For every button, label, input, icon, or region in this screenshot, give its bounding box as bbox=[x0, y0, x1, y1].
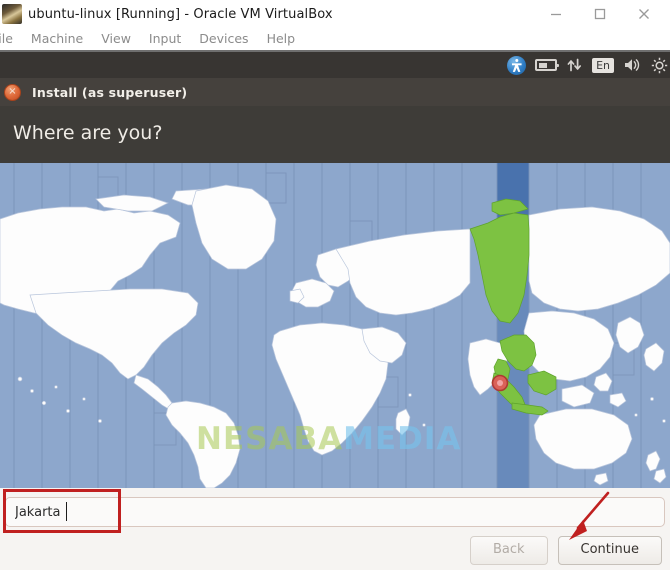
installer-footer: Back Continue bbox=[0, 488, 670, 570]
keyboard-layout-indicator[interactable]: En bbox=[592, 57, 614, 73]
timezone-map-svg bbox=[0, 163, 670, 488]
back-button[interactable]: Back bbox=[469, 536, 548, 565]
ubuntu-top-panel: En bbox=[0, 52, 670, 78]
system-menu-icon[interactable] bbox=[651, 57, 668, 74]
location-marker bbox=[491, 374, 509, 392]
timezone-map[interactable]: NESABAMEDIA bbox=[0, 163, 670, 488]
menu-item-file[interactable]: File bbox=[0, 28, 22, 50]
host-menubar: File Machine View Input Devices Help bbox=[0, 28, 670, 52]
screen-root: ubuntu-linux [Running] - Oracle VM Virtu… bbox=[0, 0, 670, 570]
keyboard-layout-label: En bbox=[592, 57, 614, 73]
volume-icon[interactable] bbox=[623, 57, 642, 73]
host-window-titlebar: ubuntu-linux [Running] - Oracle VM Virtu… bbox=[0, 0, 670, 28]
text-caret bbox=[66, 502, 67, 521]
virtualbox-icon bbox=[2, 4, 22, 24]
battery-icon[interactable] bbox=[535, 59, 560, 71]
page-title: Where are you? bbox=[13, 122, 163, 144]
menu-item-view[interactable]: View bbox=[92, 28, 140, 50]
installer-titlebar: × Install (as superuser) bbox=[0, 78, 670, 106]
footer-button-row: Back Continue bbox=[469, 536, 662, 565]
close-icon[interactable] bbox=[622, 0, 666, 28]
menu-item-machine[interactable]: Machine bbox=[22, 28, 92, 50]
network-icon[interactable] bbox=[566, 57, 583, 73]
host-window-title: ubuntu-linux [Running] - Oracle VM Virtu… bbox=[28, 6, 333, 22]
menu-item-input[interactable]: Input bbox=[140, 28, 190, 50]
menu-item-devices[interactable]: Devices bbox=[190, 28, 257, 50]
installer-close-icon[interactable]: × bbox=[4, 83, 21, 101]
installer-window-title: Install (as superuser) bbox=[32, 84, 188, 100]
installer-header: Where are you? bbox=[0, 106, 670, 163]
maximize-icon[interactable] bbox=[578, 0, 622, 28]
minimize-icon[interactable] bbox=[534, 0, 578, 28]
continue-button[interactable]: Continue bbox=[557, 536, 662, 565]
menu-item-help[interactable]: Help bbox=[258, 28, 305, 50]
system-tray: En bbox=[507, 52, 670, 78]
location-input[interactable] bbox=[5, 497, 665, 527]
accessibility-icon[interactable] bbox=[507, 55, 527, 75]
